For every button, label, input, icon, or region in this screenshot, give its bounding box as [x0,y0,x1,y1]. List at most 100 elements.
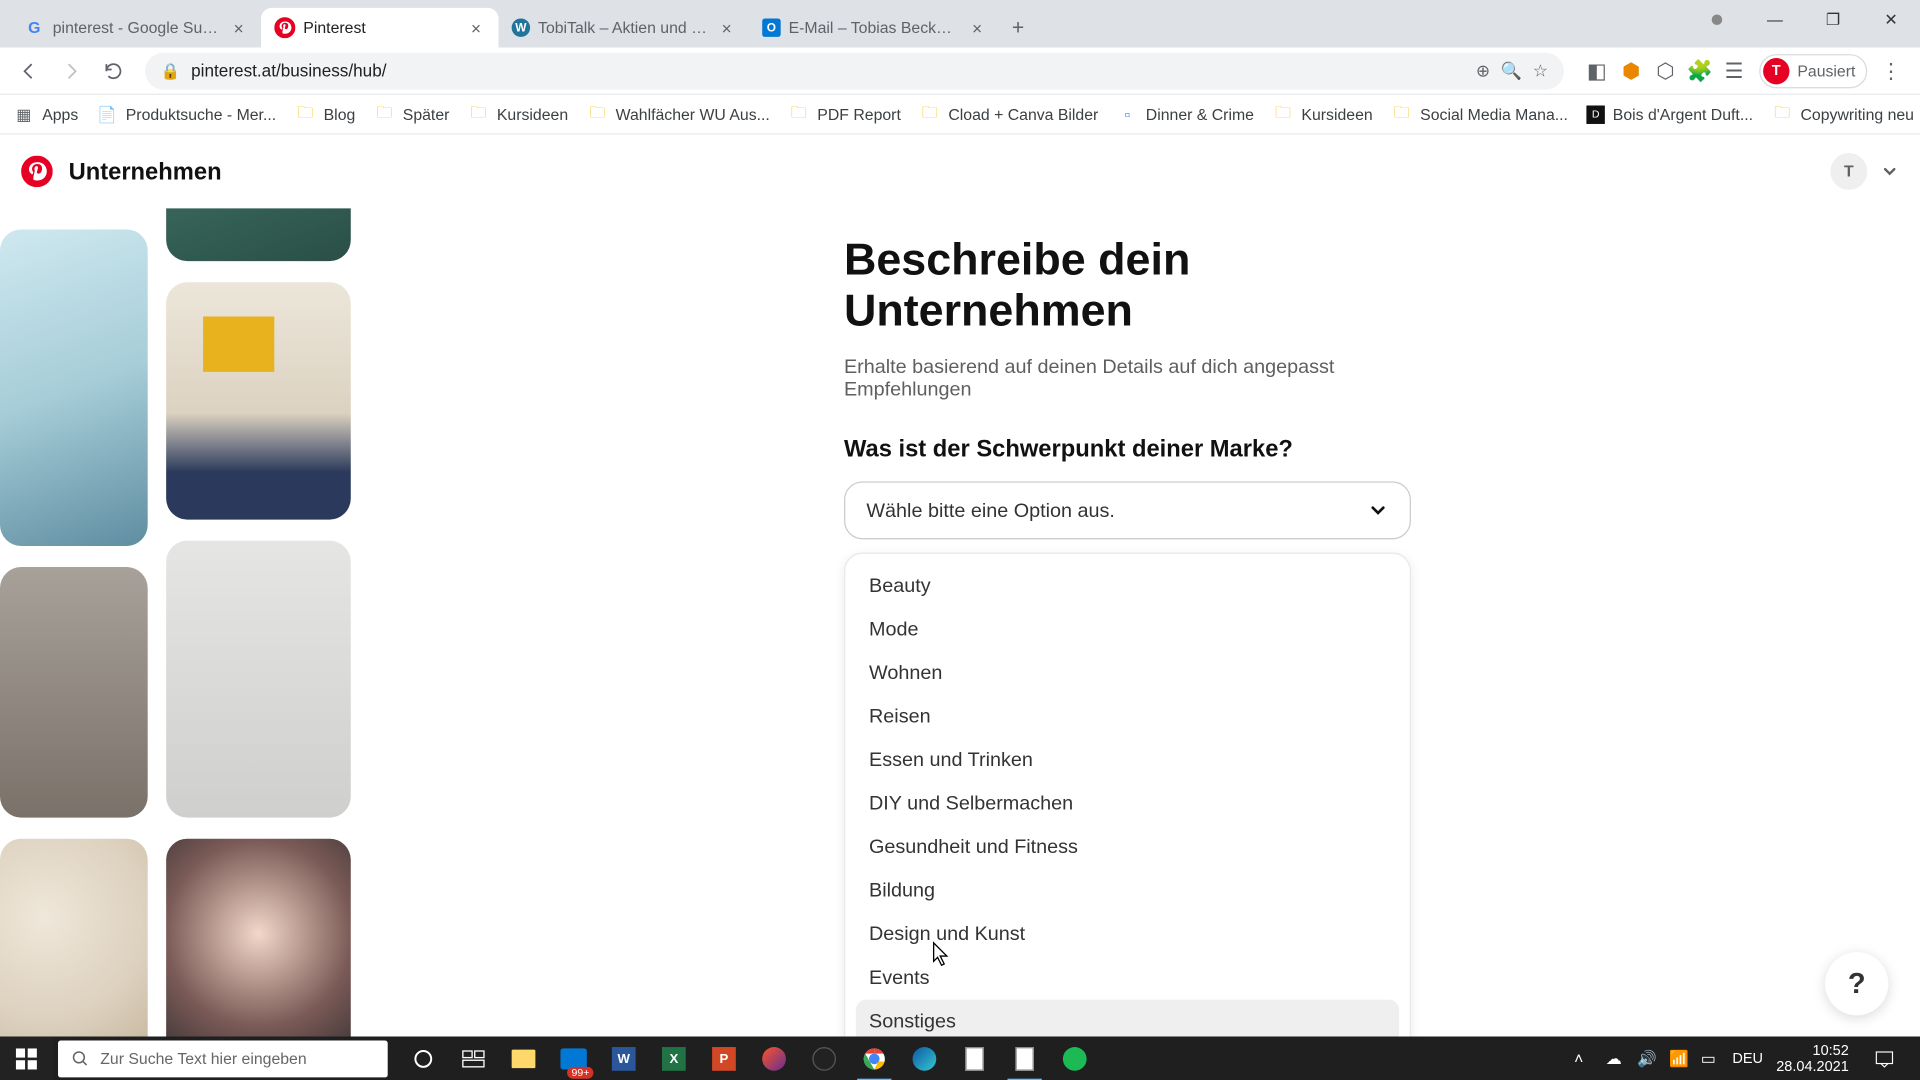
close-icon[interactable]: × [717,18,735,36]
dropdown-option[interactable]: Wohnen [856,652,1399,696]
dropdown-option[interactable]: Gesundheit und Fitness [856,826,1399,870]
brave-icon[interactable] [752,1036,797,1080]
close-icon[interactable]: × [229,18,247,36]
extension-icon[interactable]: ⬢ [1619,59,1643,83]
bookmark-item[interactable]: ▫Dinner & Crime [1117,104,1254,125]
chrome-icon[interactable] [852,1036,897,1080]
gallery-image [166,839,351,1037]
close-icon[interactable]: × [467,18,485,36]
profile-chip[interactable]: T Pausiert [1759,53,1867,87]
maximize-button[interactable]: ❐ [1804,0,1862,40]
app-header: Unternehmen T [0,135,1920,209]
close-icon[interactable]: × [968,18,986,36]
lock-icon: 🔒 [161,61,181,79]
show-hidden-icons[interactable]: ˄ [1574,1050,1592,1068]
new-tab-button[interactable]: + [1000,11,1037,48]
dropdown-option[interactable]: Bildung [856,869,1399,913]
task-view-icon[interactable] [451,1036,496,1080]
user-avatar[interactable]: T [1830,153,1867,190]
apps-button[interactable]: ▦Apps [13,104,78,125]
gallery-image [0,567,148,818]
browser-tab[interactable]: O E-Mail – Tobias Becker – Outlook × [749,8,1000,48]
bookmark-item[interactable]: 🗀Kursideen [1272,104,1372,125]
bookmark-item[interactable]: 📄Produktsuche - Mer... [97,104,276,125]
volume-icon[interactable]: 🔊 [1637,1050,1655,1068]
extension-icon[interactable]: ⬡ [1654,59,1678,83]
page-subheading: Erhalte basierend auf deinen Details auf… [844,356,1411,401]
onedrive-icon[interactable]: ☁ [1606,1050,1624,1068]
account-dot-icon[interactable] [1688,0,1746,40]
reading-list-icon[interactable]: ☰ [1722,59,1746,83]
cortana-icon[interactable] [401,1036,446,1080]
help-button[interactable]: ? [1825,952,1888,1015]
edge-icon[interactable] [902,1036,947,1080]
file-explorer-icon[interactable] [501,1036,546,1080]
bookmark-star-icon[interactable]: ☆ [1533,60,1548,81]
minimize-button[interactable]: ― [1746,0,1804,40]
reload-button[interactable] [95,52,132,89]
extension-icon[interactable]: ◧ [1585,59,1609,83]
select-placeholder: Wähle bitte eine Option aus. [866,499,1115,521]
gallery-image [166,541,351,818]
battery-icon[interactable]: ▭ [1701,1050,1719,1068]
windows-taskbar: Zur Suche Text hier eingeben 99+ W X P ˄… [0,1036,1920,1080]
bookmark-item[interactable]: 🗀Social Media Mana... [1391,104,1568,125]
bookmark-item[interactable]: 🗀Copywriting neu [1771,104,1913,125]
dropdown-option[interactable]: Essen und Trinken [856,739,1399,783]
gallery-image [166,282,351,519]
taskbar-clock[interactable]: 10:52 28.04.2021 [1776,1043,1849,1075]
browser-toolbar: 🔒 pinterest.at/business/hub/ ⊕ 🔍 ☆ ◧ ⬢ ⬡… [0,47,1920,94]
excel-icon[interactable]: X [651,1036,696,1080]
address-bar[interactable]: 🔒 pinterest.at/business/hub/ ⊕ 🔍 ☆ [145,52,1564,89]
dropdown-option[interactable]: Beauty [856,565,1399,609]
browser-menu-button[interactable]: ⋮ [1873,52,1910,89]
extensions-menu-icon[interactable]: 🧩 [1688,59,1712,83]
powerpoint-icon[interactable]: P [702,1036,747,1080]
notepad-icon[interactable] [952,1036,997,1080]
wordpress-icon: W [512,18,530,36]
obs-icon[interactable] [802,1036,847,1080]
brand-focus-dropdown: Beauty Mode Wohnen Reisen Essen und Trin… [844,553,1411,1055]
folder-icon: 🗀 [1771,104,1792,125]
profile-avatar: T [1763,57,1789,83]
word-icon[interactable]: W [601,1036,646,1080]
tab-title: TobiTalk – Aktien und persönlich [538,18,709,36]
install-app-icon[interactable]: ⊕ [1476,60,1490,81]
bookmark-item[interactable]: DBois d'Argent Duft... [1586,105,1753,123]
bookmark-item[interactable]: 🗀Wahlfächer WU Aus... [587,104,770,125]
browser-tab[interactable]: G pinterest - Google Suche × [11,8,262,48]
notepad-icon[interactable] [1002,1036,1047,1080]
spotify-icon[interactable] [1052,1036,1097,1080]
bookmark-item[interactable]: 🗀Cload + Canva Bilder [919,104,1098,125]
browser-tab[interactable]: W TobiTalk – Aktien und persönlich × [498,8,749,48]
action-center-icon[interactable] [1862,1036,1907,1080]
close-window-button[interactable]: ✕ [1862,0,1920,40]
pinterest-logo-icon[interactable] [21,156,53,188]
dropdown-option[interactable]: DIY und Selbermachen [856,782,1399,826]
mail-icon[interactable]: 99+ [551,1036,596,1080]
chevron-down-icon[interactable] [1880,162,1898,180]
back-button[interactable] [11,52,48,89]
folder-icon: 🗀 [788,104,809,125]
dropdown-option[interactable]: Events [856,956,1399,1000]
page-heading: Beschreibe dein Unternehmen [844,235,1411,338]
taskbar-search[interactable]: Zur Suche Text hier eingeben [58,1040,388,1077]
zoom-icon[interactable]: 🔍 [1501,60,1522,81]
dropdown-option[interactable]: Reisen [856,695,1399,739]
dropdown-option[interactable]: Design und Kunst [856,913,1399,957]
tab-title: Pinterest [303,18,459,36]
bookmark-item[interactable]: 🗀Kursideen [468,104,568,125]
bookmark-item[interactable]: 🗀Später [374,104,450,125]
dropdown-option[interactable]: Mode [856,608,1399,652]
brand-focus-select[interactable]: Wähle bitte eine Option aus. [844,482,1411,540]
tab-title: E-Mail – Tobias Becker – Outlook [789,18,960,36]
bookmark-item[interactable]: 🗀PDF Report [788,104,901,125]
wifi-icon[interactable]: 📶 [1669,1050,1687,1068]
browser-tab[interactable]: Pinterest × [261,8,498,48]
main-content: Beschreibe dein Unternehmen Erhalte basi… [0,208,1920,1036]
url-text: pinterest.at/business/hub/ [191,61,386,81]
bookmark-item[interactable]: 🗀Blog [295,104,356,125]
language-indicator[interactable]: DEU [1732,1051,1763,1067]
start-button[interactable] [0,1036,53,1080]
form-question: Was ist der Schwerpunkt deiner Marke? [844,435,1411,463]
